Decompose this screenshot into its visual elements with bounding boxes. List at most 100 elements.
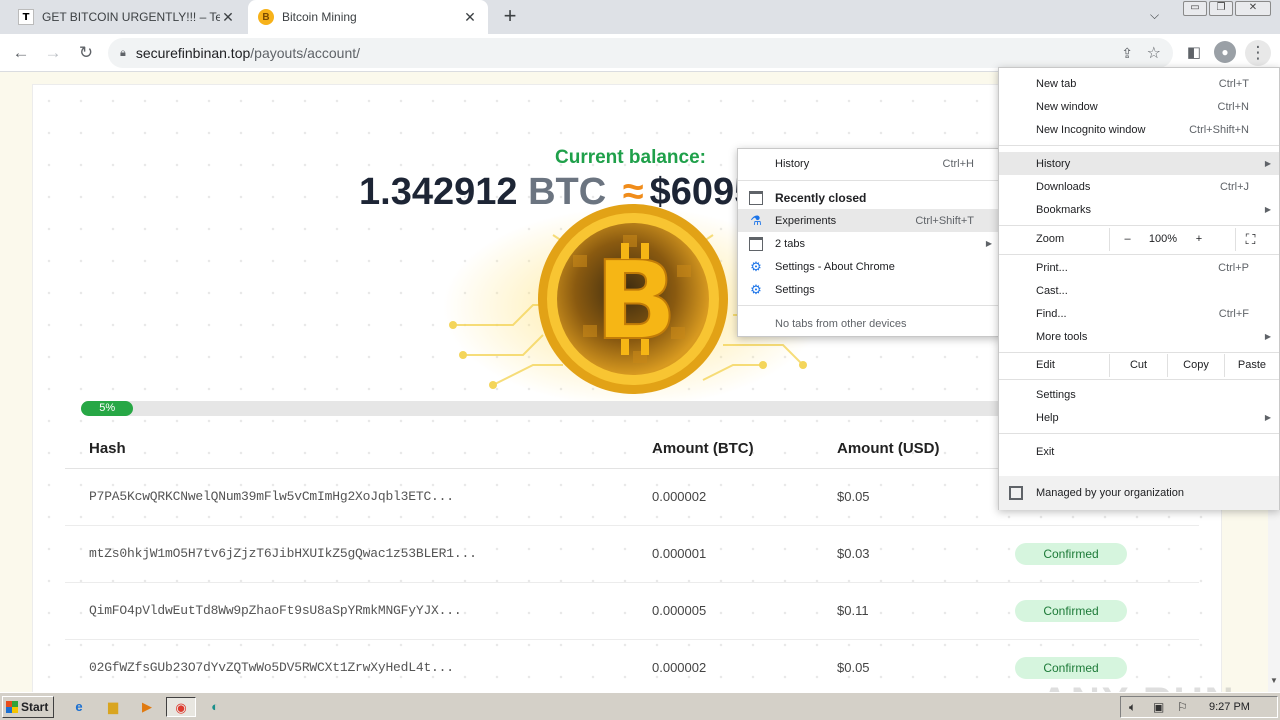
history-menu-item[interactable]: History ▶ [999, 152, 1279, 175]
chrome-menu-kebab-icon[interactable]: ⋮ [1245, 40, 1271, 66]
bookmark-star-icon[interactable]: ☆ [1147, 43, 1161, 63]
help-label: Help [1036, 411, 1059, 424]
bookmarks-menu-item[interactable]: Bookmarks ▶ [999, 198, 1279, 221]
settings-about-chrome-menu-item[interactable]: ⚙ Settings - About Chrome [738, 255, 1000, 278]
forward-arrow-icon[interactable]: → [40, 40, 66, 66]
windows-flag-icon [6, 701, 18, 713]
status-badge: Confirmed [1015, 656, 1127, 679]
restore-button[interactable]: ❐ [1209, 1, 1233, 16]
managed-by-organization-item[interactable]: Managed by your organization [999, 476, 1279, 510]
file-explorer-folder-icon[interactable]: ▆ [102, 697, 124, 717]
cast-menu-item[interactable]: Cast... [999, 279, 1279, 302]
incognito-label: New Incognito window [1036, 123, 1146, 136]
internet-explorer-icon[interactable]: e [68, 697, 90, 717]
lock-icon[interactable]: 🔒︎ [120, 47, 126, 60]
volume-icon[interactable]: 🔈︎ [1129, 700, 1136, 715]
experiments-label: Experiments [775, 214, 837, 227]
recently-closed-label: Recently closed [775, 190, 867, 205]
tab-search-chevron-icon[interactable]: ⌵ [1150, 8, 1159, 23]
submenu-arrow-icon: ▶ [1264, 159, 1271, 168]
zoom-out-button[interactable]: – [1109, 228, 1145, 251]
settings-about-label: Settings - About Chrome [775, 260, 895, 273]
menu-separator [999, 254, 1279, 255]
action-center-flag-icon[interactable]: ⚐ [1177, 700, 1188, 714]
table-row: mtZs0hkjW1mO5H7tv6jZjzT6JibHXUIkZ5gQwac1… [65, 525, 1199, 583]
submenu-arrow-icon: ▶ [1264, 413, 1271, 422]
profile-avatar-icon[interactable]: ● [1214, 41, 1236, 63]
gear-icon: ⚙ [750, 282, 762, 297]
tab-bitcoin-mining[interactable]: B Bitcoin Mining ✕ [248, 0, 488, 34]
windows-taskbar: Start e ▆ ▶ ◉ ◐ 🔈︎ ▣ ⚐ 9:27 PM [0, 692, 1280, 720]
edit-row: Edit Cut Copy Paste [999, 354, 1279, 377]
find-menu-item[interactable]: Find... Ctrl+F [999, 302, 1279, 325]
menu-separator [999, 225, 1279, 226]
address-bar[interactable]: 🔒︎ securefinbinan.top/payouts/account/ ⇪… [108, 38, 1173, 68]
media-player-icon[interactable]: ▶ [136, 697, 158, 717]
hash-cell: P7PA5KcwQRKCNwelQNum39mFlw5vCmImHg2XoJqb… [65, 468, 628, 526]
no-tabs-label: No tabs from other devices [775, 317, 907, 330]
reload-icon[interactable]: ↻ [73, 40, 99, 66]
more-tools-menu-item[interactable]: More tools ▶ [999, 325, 1279, 348]
downloads-shortcut: Ctrl+J [1219, 180, 1249, 193]
edge-icon[interactable]: ◐ [204, 697, 226, 717]
back-arrow-icon[interactable]: ← [8, 40, 34, 66]
network-icon[interactable]: ▣ [1153, 700, 1164, 714]
chrome-taskbar-icon[interactable]: ◉ [166, 697, 196, 717]
zoom-label: Zoom [1036, 233, 1065, 245]
history-label: History [1036, 157, 1071, 170]
amount-btc-cell: 0.000005 [628, 582, 813, 640]
menu-separator [738, 180, 1018, 181]
settings-menu-item[interactable]: Settings [999, 383, 1279, 406]
share-icon[interactable]: ⇪ [1121, 45, 1133, 62]
start-button[interactable]: Start [2, 696, 54, 718]
fullscreen-icon[interactable]: ⛶ [1235, 228, 1265, 251]
progress-fill: 5% [81, 401, 134, 416]
side-panel-icon[interactable]: ◧ [1181, 40, 1207, 66]
copy-button[interactable]: Copy [1167, 354, 1224, 377]
column-header-amount-usd: Amount (USD) [813, 430, 991, 469]
amount-usd-cell: $0.05 [813, 639, 991, 692]
paste-button[interactable]: Paste [1224, 354, 1279, 377]
amount-btc-cell: 0.000002 [628, 468, 813, 526]
cast-label: Cast... [1036, 284, 1068, 297]
menu-separator [999, 433, 1279, 434]
close-tab-icon[interactable]: ✕ [462, 9, 478, 25]
building-icon [1009, 486, 1023, 500]
clock[interactable]: 9:27 PM [1209, 701, 1250, 713]
amount-btc-cell: 0.000001 [628, 525, 813, 583]
bookmarks-label: Bookmarks [1036, 203, 1092, 216]
tab-telegraph[interactable]: T GET BITCOIN URGENTLY!!! – Telegra ✕ [8, 0, 246, 34]
system-tray: 🔈︎ ▣ ⚐ 9:27 PM [1120, 696, 1278, 718]
history-menu-item[interactable]: History Ctrl+H [738, 152, 1000, 175]
new-incognito-menu-item[interactable]: New Incognito window Ctrl+Shift+N [999, 118, 1279, 141]
new-window-menu-item[interactable]: New window Ctrl+N [999, 95, 1279, 118]
new-tab-button[interactable]: + [498, 5, 522, 29]
help-menu-item[interactable]: Help ▶ [999, 406, 1279, 429]
new-tab-menu-item[interactable]: New tab Ctrl+T [999, 72, 1279, 95]
amount-usd-cell: $0.05 [813, 468, 991, 526]
scroll-down-arrow-icon[interactable]: ▼ [1268, 676, 1280, 690]
url-text[interactable]: securefinbinan.top/payouts/account/ [136, 45, 360, 61]
find-label: Find... [1036, 307, 1067, 320]
print-menu-item[interactable]: Print... Ctrl+P [999, 256, 1279, 279]
exit-menu-item[interactable]: Exit [999, 440, 1279, 463]
menu-separator [738, 305, 1018, 306]
bitcoin-favicon-icon: B [258, 9, 274, 25]
two-tabs-menu-item[interactable]: 2 tabs ▶ [738, 232, 1000, 255]
new-window-shortcut: Ctrl+N [1217, 100, 1249, 113]
more-tools-label: More tools [1036, 330, 1088, 343]
zoom-in-button[interactable]: + [1181, 228, 1217, 251]
cut-button[interactable]: Cut [1109, 354, 1167, 377]
status-cell: Confirmed [991, 582, 1199, 640]
submenu-arrow-icon: ▶ [985, 239, 992, 248]
downloads-menu-item[interactable]: Downloads Ctrl+J [999, 175, 1279, 198]
settings-history-menu-item[interactable]: ⚙ Settings [738, 278, 1000, 301]
anyrun-watermark: ANY RUN [1040, 680, 1236, 692]
no-tabs-message: No tabs from other devices [738, 312, 1000, 335]
experiments-menu-item[interactable]: ⚗ Experiments Ctrl+Shift+T [738, 209, 1000, 232]
tab-title: Bitcoin Mining [282, 10, 357, 24]
close-window-button[interactable]: ✕ [1235, 1, 1271, 16]
new-tab-shortcut: Ctrl+T [1218, 77, 1249, 90]
minimize-button[interactable]: ▭ [1183, 1, 1207, 16]
close-tab-icon[interactable]: ✕ [220, 9, 236, 25]
